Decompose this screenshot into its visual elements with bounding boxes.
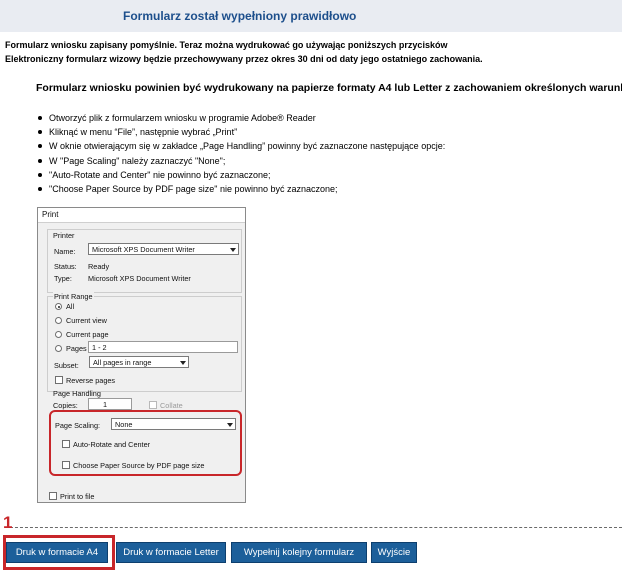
copies-label: Copies: <box>53 401 78 410</box>
page-title: Formularz został wypełniony prawidłowo <box>123 9 357 23</box>
radio-all <box>55 303 62 310</box>
type-label: Type: <box>54 274 72 283</box>
page-handling-label: Page Handling <box>53 389 101 398</box>
collate-label: Collate <box>160 401 183 410</box>
instructions-list: Otworzyć plik z formularzem wniosku w pr… <box>34 111 445 196</box>
list-item: W oknie otwierającym się w zakładce „Pag… <box>34 139 445 153</box>
list-item: W "Page Scaling" należy zaznaczyć "None"… <box>34 154 445 168</box>
chevron-down-icon <box>180 361 186 365</box>
subset-value: All pages in range <box>93 358 152 367</box>
printer-group <box>47 229 242 293</box>
status-label: Status: <box>54 262 77 271</box>
step-marker: 1 <box>3 513 13 532</box>
intro-saved-text: Formularz wniosku zapisany pomyślnie. Te… <box>5 40 448 50</box>
print-to-file-checkbox <box>49 492 57 500</box>
range-current-page-label: Current page <box>66 330 109 339</box>
radio-pages <box>55 345 62 352</box>
print-range-label: Print Range <box>53 292 94 301</box>
intro-storage-text: Elektroniczny formularz wizowy będzie pr… <box>5 54 483 64</box>
pages-field: 1 - 2 <box>88 341 238 353</box>
print-a4-button[interactable]: Druk w formacie A4 <box>6 542 108 563</box>
copies-value: 1 <box>103 400 108 409</box>
dialog-titlebar <box>38 208 245 223</box>
instructions-heading: Formularz wniosku powinien być wydrukowa… <box>36 82 622 94</box>
radio-current-page <box>55 331 62 338</box>
fill-next-form-button[interactable]: Wypełnij kolejny formularz <box>231 542 367 563</box>
status-value: Ready <box>88 262 110 271</box>
reverse-pages-checkbox <box>55 376 63 384</box>
subset-label: Subset: <box>54 361 79 370</box>
printer-name-select: Microsoft XPS Document Writer <box>88 243 239 255</box>
divider <box>5 527 622 528</box>
copies-stepper: 1 <box>88 398 132 410</box>
name-label: Name: <box>54 247 76 256</box>
printer-name-value: Microsoft XPS Document Writer <box>92 245 195 254</box>
subset-select: All pages in range <box>89 356 189 368</box>
radio-current-view <box>55 317 62 324</box>
list-item: "Choose Paper Source by PDF page size" n… <box>34 182 445 196</box>
exit-button[interactable]: Wyjście <box>371 542 417 563</box>
type-value: Microsoft XPS Document Writer <box>88 274 191 283</box>
list-item: Kliknąć w menu “File”, następnie wybrać … <box>34 125 445 139</box>
range-pages-label: Pages <box>66 344 87 353</box>
reverse-pages-label: Reverse pages <box>66 376 116 385</box>
list-item: Otworzyć plik z formularzem wniosku w pr… <box>34 111 445 125</box>
pages-value: 1 - 2 <box>92 343 107 352</box>
print-to-file-label: Print to file <box>60 492 95 501</box>
range-all-label: All <box>66 302 75 311</box>
print-letter-button[interactable]: Druk w formacie Letter <box>116 542 226 563</box>
chevron-down-icon <box>230 248 236 252</box>
range-current-view-label: Current view <box>66 316 107 325</box>
list-item: "Auto-Rotate and Center" nie powinno być… <box>34 168 445 182</box>
dialog-title: Print <box>42 210 59 219</box>
printer-group-label: Printer <box>53 231 75 240</box>
page-handling-highlight <box>49 410 242 476</box>
collate-checkbox <box>149 401 157 409</box>
